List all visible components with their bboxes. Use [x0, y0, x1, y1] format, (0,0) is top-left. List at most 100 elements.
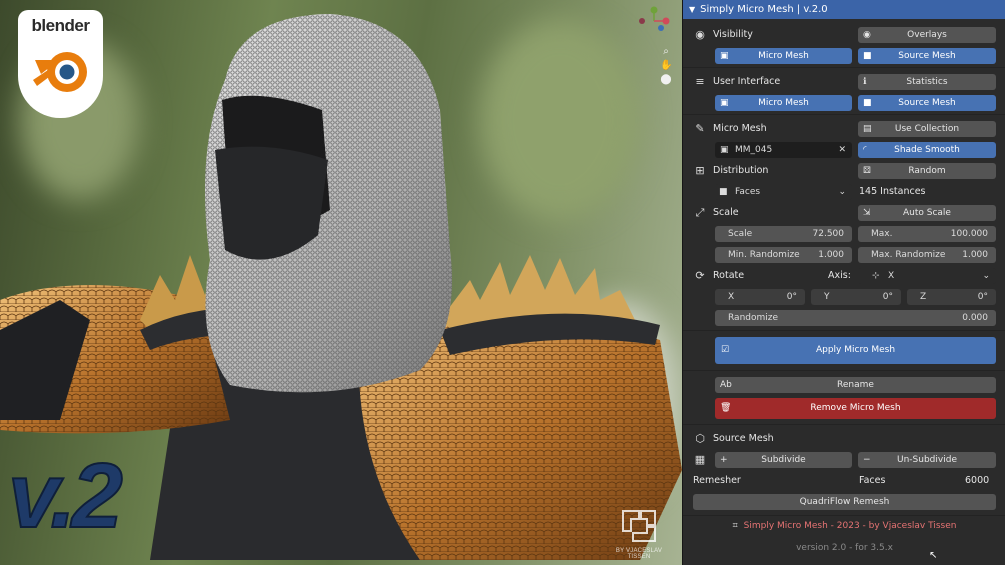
ui-micro-mesh-toggle[interactable]: ▣ Micro Mesh [715, 95, 852, 111]
distribution-mode-dropdown[interactable]: ■ Faces ⌄ [715, 184, 852, 200]
micro-mesh-label: Micro Mesh [713, 123, 767, 134]
scale-randomize-row: Min. Randomize 1.000 Max. Randomize 1.000 [683, 245, 1005, 265]
camera-icon[interactable]: ⬤ [660, 74, 672, 86]
distribution-icon: ⊞ [695, 164, 705, 177]
auto-scale-icon: ⇲ [863, 208, 871, 218]
addon-side-panel: ▼ Simply Micro Mesh | v.2.0 ◉ Visibility… [682, 0, 1005, 565]
axis-icon: ⊹ [872, 271, 880, 281]
apply-micro-mesh-button[interactable]: ☑ Apply Micro Mesh [715, 337, 996, 364]
version-line: version 2.0 - for 3.5.x [796, 543, 893, 553]
overlays-button[interactable]: ◉ Overlays [858, 27, 996, 43]
text-rename-icon: Ab [720, 380, 732, 390]
rotate-label: Rotate [713, 270, 745, 281]
distribution-mode-value: Faces [735, 187, 761, 197]
3d-viewport[interactable]: blender v.2 BY VJACESLAV TISSEN ⌕ ✋ ⬤ [0, 0, 682, 565]
distribution-label: Distribution [713, 165, 769, 176]
eye-icon: ◉ [863, 30, 871, 40]
blender-logo-wordmark: blender [31, 16, 90, 35]
scale-field[interactable]: Scale 72.500 [715, 226, 852, 242]
rename-button[interactable]: Ab Rename [715, 377, 996, 393]
subdivide-button[interactable]: + Subdivide [715, 452, 852, 468]
remove-micro-mesh-button[interactable]: 🗑 Remove Micro Mesh [715, 398, 996, 419]
rotation-y-field[interactable]: Y 0° [811, 289, 901, 305]
blender-logo: blender [18, 10, 103, 118]
visibility-label: Visibility [713, 29, 753, 40]
menu-lines-icon: ≡ [695, 75, 705, 88]
micro-mesh-object-field[interactable]: ▣ MM_045 ✕ [715, 142, 852, 158]
axis-gizmo-icon[interactable] [634, 6, 674, 36]
statistics-button[interactable]: ℹ Statistics [858, 74, 996, 90]
visibility-source-mesh-toggle[interactable]: ■ Source Mesh [858, 48, 996, 64]
subdivide-row: ▦ + Subdivide − Un-Subdivide [683, 450, 1005, 470]
shade-smooth-toggle[interactable]: ◜ Shade Smooth [858, 142, 996, 158]
edit-mesh-icon: ✎ [695, 122, 705, 135]
instance-count: 145 Instances [859, 186, 926, 197]
axis-value: X [888, 271, 895, 281]
visibility-toggles-row: ▣ Micro Mesh ■ Source Mesh [683, 46, 1005, 66]
mesh-icon: ▣ [720, 51, 729, 61]
eye-icon: ◉ [695, 28, 705, 41]
rotation-randomize-row: Randomize 0.000 [683, 308, 1005, 328]
source-mesh-row: ⬡ Source Mesh [683, 429, 1005, 449]
scale-label: Scale [713, 207, 739, 218]
mesh-icon: ▣ [720, 98, 729, 108]
panel-title: Simply Micro Mesh | v.2.0 [700, 4, 828, 15]
smooth-curve-icon: ◜ [863, 145, 867, 155]
info-icon: ℹ [863, 77, 867, 87]
faces-icon: ■ [719, 187, 728, 197]
grid-icon: ▦ [694, 453, 706, 466]
plus-icon: + [720, 455, 728, 465]
remesher-label: Remesher [693, 475, 741, 486]
square-icon: ■ [863, 51, 872, 61]
micro-mesh-row: ✎ Micro Mesh ▤ Use Collection [683, 119, 1005, 139]
author-watermark: BY VJACESLAV TISSEN [604, 505, 674, 560]
max-scale-field[interactable]: Max. 100.000 [858, 226, 996, 242]
visibility-row: ◉ Visibility ◉ Overlays [683, 25, 1005, 45]
chevron-down-icon: ⌄ [982, 271, 990, 281]
rotation-randomize-field[interactable]: Randomize 0.000 [715, 310, 996, 326]
rotate-icon: ⟳ [695, 269, 705, 282]
auto-scale-button[interactable]: ⇲ Auto Scale [858, 205, 996, 221]
axis-dropdown[interactable]: ⊹ X ⌄ [858, 268, 996, 284]
visibility-micro-mesh-toggle[interactable]: ▣ Micro Mesh [715, 48, 852, 64]
checkbox-icon: ☑ [721, 345, 730, 355]
rotation-values-row: X 0° Y 0° Z 0° [683, 287, 1005, 307]
quadriflow-remesh-button[interactable]: QuadriFlow Remesh [693, 494, 996, 510]
axis-label: Axis: [828, 270, 851, 281]
author-logo-icon: ⌗ [732, 521, 738, 531]
object-icon: ▣ [720, 145, 729, 155]
navigation-gizmo[interactable]: ⌕ ✋ ⬤ [634, 6, 678, 86]
min-randomize-field[interactable]: Min. Randomize 1.000 [715, 247, 852, 263]
rotation-z-field[interactable]: Z 0° [907, 289, 996, 305]
use-collection-button[interactable]: ▤ Use Collection [858, 121, 996, 137]
ui-toggles-row: ▣ Micro Mesh ■ Source Mesh [683, 93, 1005, 113]
rotation-x-field[interactable]: X 0° [715, 289, 805, 305]
minus-icon: − [863, 455, 871, 465]
rotate-row: ⟳ Rotate Axis: ⊹ X ⌄ [683, 266, 1005, 286]
clear-x-icon[interactable]: ✕ [838, 142, 846, 158]
zoom-icon[interactable]: ⌕ [660, 46, 672, 58]
collapse-chevron-icon[interactable]: ▼ [689, 5, 695, 14]
random-button[interactable]: ⚄ Random [858, 163, 996, 179]
micro-mesh-object-name: MM_045 [735, 145, 773, 155]
faces-value[interactable]: 6000 [965, 471, 989, 491]
user-interface-row: ≡ User Interface ℹ Statistics [683, 72, 1005, 92]
author-logo-icon [622, 510, 656, 542]
scale-values-row: Scale 72.500 Max. 100.000 [683, 224, 1005, 244]
pan-hand-icon[interactable]: ✋ [660, 60, 672, 72]
credit-line: ⌗ Simply Micro Mesh - 2023 - by Vjaceslav… [732, 521, 957, 531]
un-subdivide-button[interactable]: − Un-Subdivide [858, 452, 996, 468]
max-randomize-field[interactable]: Max. Randomize 1.000 [858, 247, 996, 263]
faces-label: Faces [859, 475, 886, 486]
square-icon: ■ [863, 98, 872, 108]
remesher-row: Remesher Faces 6000 [683, 471, 1005, 491]
trash-icon: 🗑 [720, 403, 732, 413]
distribution-row: ⊞ Distribution ⚄ Random [683, 161, 1005, 181]
collection-icon: ▤ [863, 124, 872, 134]
ui-source-mesh-toggle[interactable]: ■ Source Mesh [858, 95, 996, 111]
blender-logo-icon [32, 52, 87, 92]
source-mesh-label: Source Mesh [713, 433, 774, 444]
panel-header[interactable]: ▼ Simply Micro Mesh | v.2.0 [683, 0, 1005, 19]
mouse-cursor-icon: ↖ [929, 550, 938, 561]
distribution-mode-row: ■ Faces ⌄ 145 Instances [683, 182, 1005, 202]
